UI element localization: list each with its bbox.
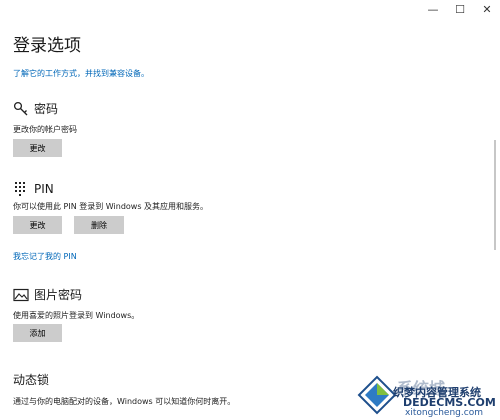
picture-password-section-heading: 图片密码 (13, 286, 82, 303)
dynamic-lock-description: 通过与你的电脑配对的设备，Windows 可以知道你何时离开。 (13, 397, 236, 406)
password-heading-label: 密码 (34, 102, 59, 116)
dynamic-lock-section-heading: 动态锁 (13, 371, 49, 388)
page-title: 登录选项 (13, 36, 81, 56)
picture-password-add-button[interactable]: 添加 (13, 324, 62, 342)
password-section-heading: 密码 (13, 100, 58, 117)
pin-keypad-icon (13, 181, 29, 197)
pin-description: 你可以使用此 PIN 登录到 Windows 及其应用和服务。 (13, 202, 209, 211)
vertical-scrollbar[interactable] (494, 140, 496, 250)
forgot-pin-link[interactable]: 我忘记了我的 PIN (13, 251, 77, 262)
watermark-logo (357, 375, 397, 415)
picture-icon (13, 287, 29, 303)
picture-password-description: 使用喜爱的照片登录到 Windows。 (13, 311, 140, 320)
close-button[interactable]: ✕ (474, 0, 500, 20)
key-icon (13, 101, 29, 117)
password-change-button[interactable]: 更改 (13, 139, 62, 157)
pin-heading-label: PIN (34, 182, 54, 196)
title-bar: — ☐ ✕ (0, 0, 500, 20)
minimize-button[interactable]: — (420, 0, 446, 20)
password-description: 更改你的帐户密码 (13, 125, 77, 134)
dynamic-lock-heading-label: 动态锁 (13, 373, 50, 387)
pin-change-button[interactable]: 更改 (13, 216, 62, 234)
learn-more-link[interactable]: 了解它的工作方式，并找到兼容设备。 (13, 68, 149, 79)
pin-section-heading: PIN (13, 181, 54, 197)
watermark: 系统城 织梦内容管理系统 DEDECMS.COM xitongcheng.com (355, 370, 500, 420)
watermark-line-3: xitongcheng.com (405, 408, 483, 418)
maximize-button[interactable]: ☐ (447, 0, 473, 20)
pin-remove-button[interactable]: 删除 (74, 216, 124, 234)
picture-password-heading-label: 图片密码 (34, 288, 83, 302)
